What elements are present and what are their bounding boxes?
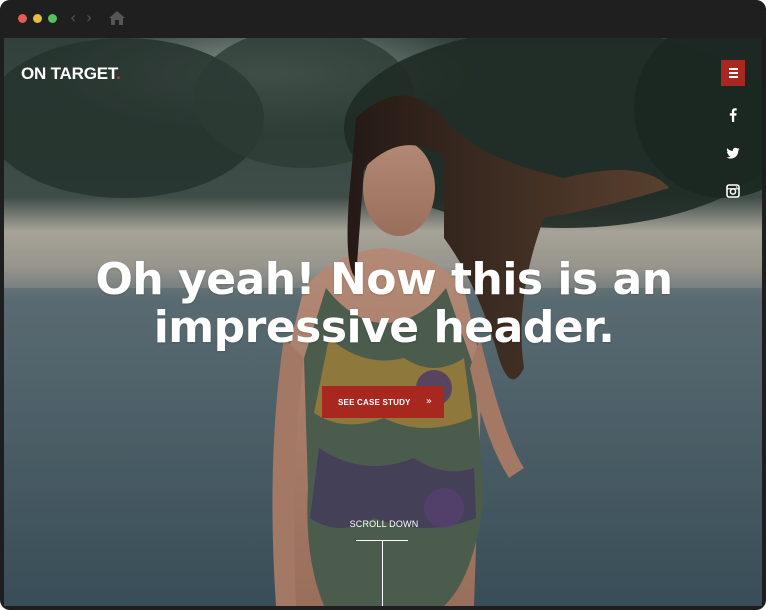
cta-label: SEE CASE STUDY <box>338 397 411 407</box>
menu-button[interactable] <box>721 60 745 86</box>
page-viewport: ON TARGET. Oh yeah! Now this is an impre… <box>4 38 762 606</box>
forward-arrow-icon[interactable]: › <box>86 9 92 27</box>
minimize-window-button[interactable] <box>33 14 42 23</box>
hero-headline: Oh yeah! Now this is an impressive heade… <box>64 256 704 352</box>
double-chevron-right-icon: » <box>425 396 432 407</box>
hamburger-icon <box>728 72 738 74</box>
site-logo[interactable]: ON TARGET. <box>21 64 121 84</box>
home-icon[interactable] <box>108 10 126 26</box>
close-window-button[interactable] <box>18 14 27 23</box>
maximize-window-button[interactable] <box>48 14 57 23</box>
see-case-study-button[interactable]: SEE CASE STUDY » <box>322 386 444 418</box>
hamburger-icon <box>728 68 738 70</box>
headline-line-2: impressive header. <box>153 302 615 353</box>
logo-text: ON TARGET <box>21 64 117 83</box>
instagram-icon[interactable] <box>726 184 740 198</box>
facebook-icon[interactable] <box>726 108 740 122</box>
headline-line-1: Oh yeah! Now this is an <box>95 254 673 305</box>
browser-window: ‹ › ON TARGET. Oh yeah! Now this is an i… <box>0 0 766 610</box>
twitter-icon[interactable] <box>726 146 740 160</box>
logo-accent: . <box>116 64 121 83</box>
back-arrow-icon[interactable]: ‹ <box>70 9 76 27</box>
browser-titlebar: ‹ › <box>0 0 766 38</box>
scroll-indicator-line <box>382 540 383 606</box>
scroll-down-label[interactable]: SCROLL DOWN <box>334 519 434 529</box>
hamburger-icon <box>728 76 738 78</box>
